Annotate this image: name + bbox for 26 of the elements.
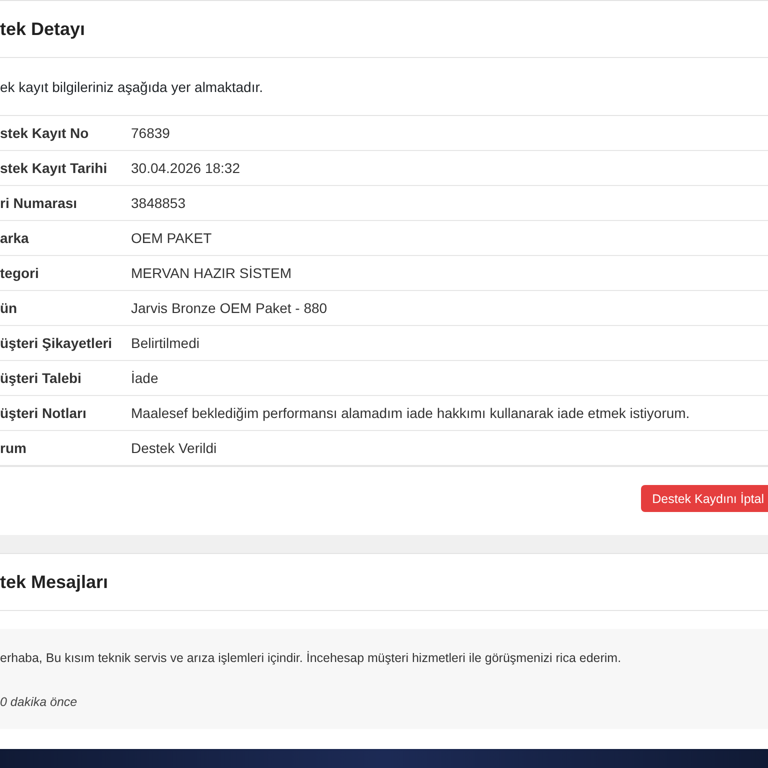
- cancel-ticket-button[interactable]: Destek Kaydını İptal: [641, 485, 768, 512]
- row-value: MERVAN HAZIR SİSTEM: [131, 265, 292, 281]
- card-title: tek Detayı: [0, 18, 86, 40]
- row-label: ri Numarası: [0, 195, 78, 211]
- row-label: ün: [0, 300, 18, 316]
- row-label: rum: [0, 440, 28, 456]
- row-label: üşteri Talebi: [0, 370, 82, 386]
- row-value: Destek Verildi: [131, 440, 217, 456]
- row-value: 3848853: [131, 195, 186, 211]
- card-subtitle: ek kayıt bilgileriniz aşağıda yer almaktadır.: [0, 58, 768, 116]
- row-label: üşteri Şikayetleri: [0, 335, 114, 351]
- message-text: erhaba, Bu kısım teknik servis ve arıza işlemleri içindir. İncehesap müşteri hizmetleri ile görüşmenizi rica ederim.: [0, 651, 622, 665]
- row-value: OEM PAKET: [131, 230, 212, 246]
- row-value: Belirtilmedi: [131, 335, 200, 351]
- row-value: İade: [131, 370, 158, 386]
- row-label: arka: [0, 230, 30, 246]
- row-value: 76839: [131, 125, 170, 141]
- row-value: 30.04.2026 18:32: [131, 160, 240, 176]
- row-label: tegori: [0, 265, 40, 281]
- message-time: 0 dakika önce: [0, 695, 78, 709]
- row-value: Maalesef beklediğim performansı alamadım iade hakkımı kullanarak iade etmek istiyorum.: [131, 405, 690, 421]
- card-title: tek Mesajları: [0, 572, 108, 592]
- row-label: stek Kayıt Tarihi: [0, 160, 108, 176]
- row-label: üşteri Notları: [0, 405, 88, 421]
- row-label: stek Kayıt No: [0, 125, 90, 141]
- row-value: Jarvis Bronze OEM Paket - 880: [131, 300, 328, 316]
